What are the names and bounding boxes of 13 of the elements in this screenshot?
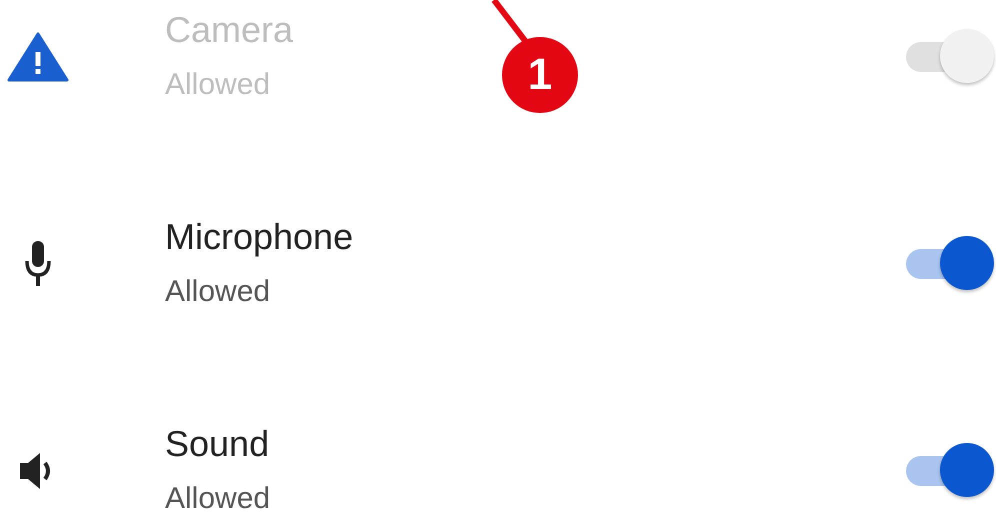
permission-status: Allowed: [165, 274, 270, 310]
toggle-switch[interactable]: [906, 442, 996, 498]
toggle-switch[interactable]: [906, 28, 996, 84]
microphone-icon: [22, 238, 52, 288]
permission-title: Microphone: [165, 215, 354, 259]
warning-icon: [6, 32, 68, 82]
leader-line: [490, 0, 530, 44]
toggle-switch[interactable]: [906, 236, 996, 292]
permission-status: Allowed: [165, 481, 270, 517]
permission-title: Camera: [165, 8, 294, 52]
permission-status: Allowed: [165, 67, 270, 103]
permission-title: Sound: [165, 422, 270, 466]
number-badge: 1: [502, 37, 578, 113]
